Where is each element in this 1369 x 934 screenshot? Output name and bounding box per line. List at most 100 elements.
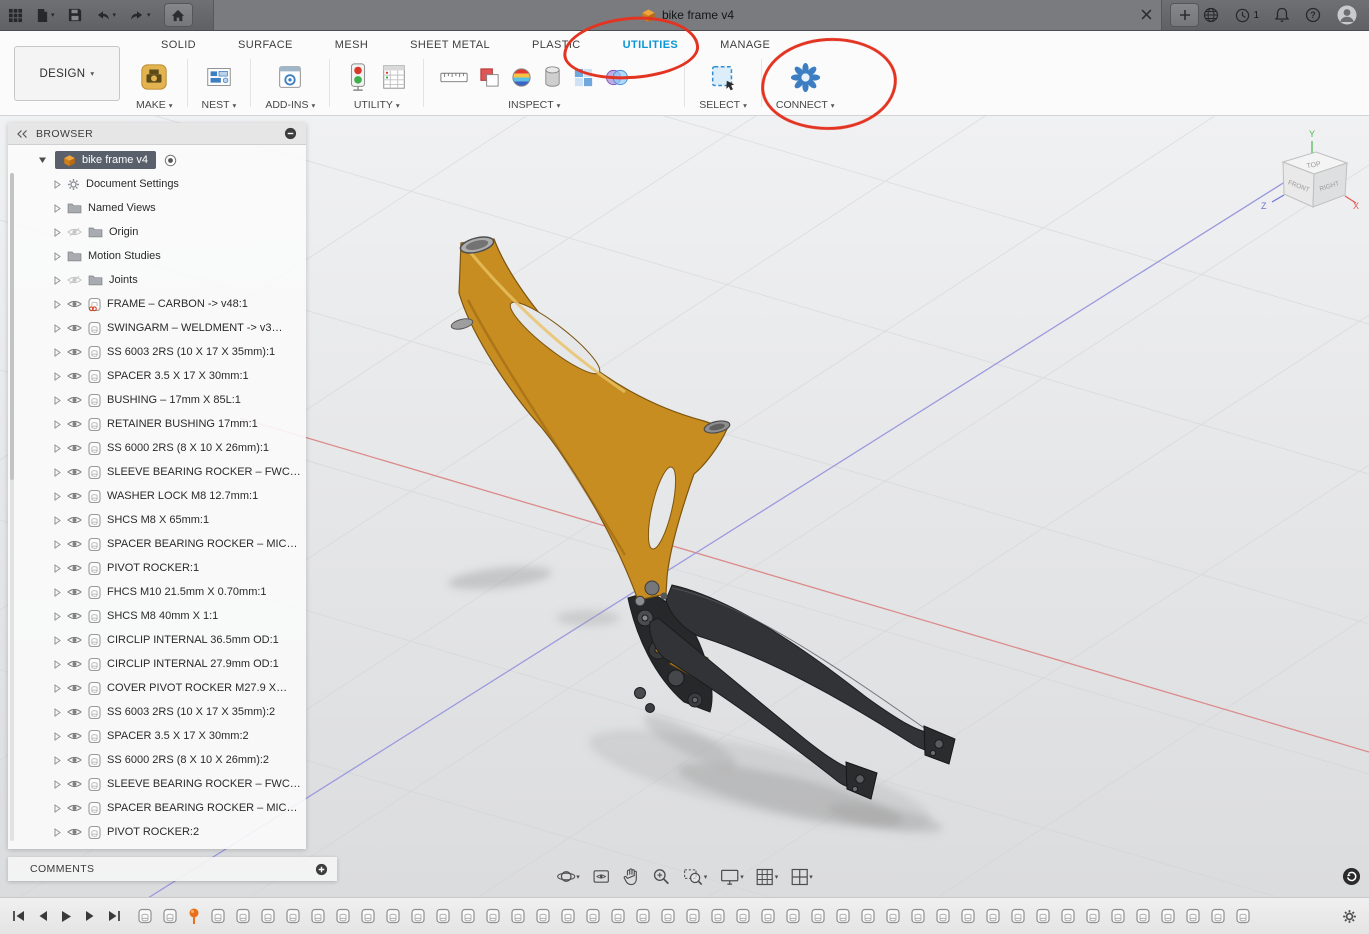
timeline-feature-component[interactable] <box>235 907 251 925</box>
browser-item[interactable]: SS 6003 2RS (10 X 17 X 35mm):2 <box>8 700 306 724</box>
sync-status-icon[interactable] <box>1342 867 1361 886</box>
timeline-feature-component[interactable] <box>162 907 178 925</box>
browser-item[interactable]: Origin <box>8 220 306 244</box>
timeline-feature-component[interactable] <box>410 907 426 925</box>
expand-arrow-icon[interactable] <box>54 227 61 237</box>
timeline-feature-component[interactable] <box>210 907 226 925</box>
spheres-tool-button[interactable] <box>603 66 630 89</box>
lookat-nav-button[interactable] <box>590 865 613 888</box>
group-dropdown-add-ins[interactable]: ADD-INS ▾ <box>265 99 315 111</box>
expand-arrow-icon[interactable] <box>54 539 61 549</box>
skip-start-button[interactable] <box>12 910 25 922</box>
visibility-eye-icon[interactable] <box>67 731 82 741</box>
redo-button[interactable]: ▾ <box>129 9 151 22</box>
job-status-button[interactable]: 1 <box>1235 8 1259 23</box>
browser-item[interactable]: Named Views <box>8 196 306 220</box>
comments-bar[interactable]: COMMENTS <box>8 857 337 881</box>
timeline-feature-component[interactable] <box>1085 907 1101 925</box>
viewports-nav-button[interactable]: ▾ <box>788 866 815 888</box>
timeline-feature-component[interactable] <box>885 907 901 925</box>
browser-item[interactable]: SWINGARM – WELDMENT -> v3… <box>8 316 306 340</box>
timeline-feature-component[interactable] <box>960 907 976 925</box>
timeline-feature-component[interactable] <box>810 907 826 925</box>
timeline-feature-component[interactable] <box>1135 907 1151 925</box>
new-tab-button[interactable] <box>1170 3 1200 27</box>
expand-arrow-icon[interactable] <box>54 443 61 453</box>
help-icon[interactable]: ? <box>1305 7 1321 23</box>
browser-item[interactable]: CIRCLIP INTERNAL 27.9mm OD:1 <box>8 652 306 676</box>
visibility-eye-icon[interactable] <box>67 515 82 525</box>
browser-item[interactable]: SHCS M8 40mm X 1:1 <box>8 604 306 628</box>
step-forward-button[interactable] <box>85 910 95 922</box>
skip-end-button[interactable] <box>108 910 121 922</box>
visibility-eye-icon[interactable] <box>67 587 82 597</box>
visibility-eye-icon[interactable] <box>67 443 82 453</box>
visibility-eye-off-icon[interactable] <box>67 227 82 237</box>
tab-manage[interactable]: MANAGE <box>699 34 791 56</box>
expand-arrow-icon[interactable] <box>54 491 61 501</box>
expand-arrow-icon[interactable] <box>54 635 61 645</box>
visibility-eye-icon[interactable] <box>67 611 82 621</box>
browser-item[interactable]: SS 6003 2RS (10 X 17 X 35mm):1 <box>8 340 306 364</box>
viewcube[interactable]: TOP FRONT RIGHT Y X Z <box>1261 129 1359 211</box>
expand-arrow-icon[interactable] <box>54 803 61 813</box>
timeline-feature-component[interactable] <box>1235 907 1251 925</box>
collapse-panel-icon[interactable] <box>17 129 27 138</box>
timeline-feature-component[interactable] <box>860 907 876 925</box>
visibility-eye-icon[interactable] <box>67 539 82 549</box>
timeline-feature-pin[interactable] <box>187 907 201 925</box>
timeline-feature-component[interactable] <box>360 907 376 925</box>
squares-tool-button[interactable] <box>477 65 502 90</box>
browser-item[interactable]: SLEEVE BEARING ROCKER – FWC… <box>8 772 306 796</box>
pan-nav-button[interactable] <box>621 865 642 888</box>
browser-item[interactable]: Document Settings <box>8 172 306 196</box>
browser-root-row[interactable]: bike frame v4 <box>8 148 306 172</box>
grid-nav-button[interactable]: ▾ <box>754 866 781 888</box>
browser-item[interactable]: COVER PIVOT ROCKER M27.9 X… <box>8 676 306 700</box>
expand-arrow-icon[interactable] <box>54 371 61 381</box>
timeline-feature-component[interactable] <box>710 907 726 925</box>
select-tool-button[interactable] <box>707 61 739 93</box>
step-back-button[interactable] <box>38 910 48 922</box>
expand-arrow-icon[interactable] <box>54 275 61 285</box>
browser-item[interactable]: FRAME – CARBON -> v48:1 <box>8 292 306 316</box>
expand-arrow-icon[interactable] <box>54 659 61 669</box>
expand-arrow-icon[interactable] <box>54 683 61 693</box>
expand-arrow-icon[interactable] <box>54 347 61 357</box>
addins-tool-button[interactable] <box>274 61 306 93</box>
timeline-feature-component[interactable] <box>435 907 451 925</box>
close-tab-icon[interactable] <box>1141 9 1152 20</box>
visibility-eye-icon[interactable] <box>67 635 82 645</box>
expand-arrow-icon[interactable] <box>54 755 61 765</box>
timeline-feature-component[interactable] <box>260 907 276 925</box>
timeline-feature-component[interactable] <box>610 907 626 925</box>
browser-item[interactable]: SHCS M8 X 65mm:1 <box>8 508 306 532</box>
browser-item[interactable]: SPACER BEARING ROCKER – MIC… <box>8 532 306 556</box>
minimize-panel-icon[interactable] <box>284 127 297 140</box>
browser-scrollbar[interactable] <box>10 173 14 841</box>
visibility-eye-icon[interactable] <box>67 395 82 405</box>
connect-tool-button[interactable] <box>788 60 823 95</box>
table-tool-button[interactable] <box>379 61 409 93</box>
timeline-feature-component[interactable] <box>1010 907 1026 925</box>
cylinder-tool-button[interactable] <box>541 64 564 91</box>
timeline-feature-component[interactable] <box>560 907 576 925</box>
timeline-feature-component[interactable] <box>685 907 701 925</box>
expand-arrow-icon[interactable] <box>54 299 61 309</box>
timeline-feature-component[interactable] <box>485 907 501 925</box>
model-frame-carbon[interactable] <box>450 234 731 607</box>
timeline-feature-component[interactable] <box>285 907 301 925</box>
expand-arrow-icon[interactable] <box>54 251 61 261</box>
tab-mesh[interactable]: MESH <box>314 34 389 56</box>
expand-arrow-icon[interactable] <box>54 563 61 573</box>
visibility-eye-icon[interactable] <box>67 707 82 717</box>
browser-item[interactable]: Motion Studies <box>8 244 306 268</box>
orbit-nav-button[interactable]: ▾ <box>554 865 582 888</box>
browser-item[interactable]: SPACER 3.5 X 17 X 30mm:1 <box>8 364 306 388</box>
expand-arrow-icon[interactable] <box>54 611 61 621</box>
timeline-feature-component[interactable] <box>1110 907 1126 925</box>
expand-arrow-icon[interactable] <box>54 467 61 477</box>
visibility-eye-off-icon[interactable] <box>67 275 82 285</box>
timeline-feature-component[interactable] <box>385 907 401 925</box>
visibility-eye-icon[interactable] <box>67 347 82 357</box>
